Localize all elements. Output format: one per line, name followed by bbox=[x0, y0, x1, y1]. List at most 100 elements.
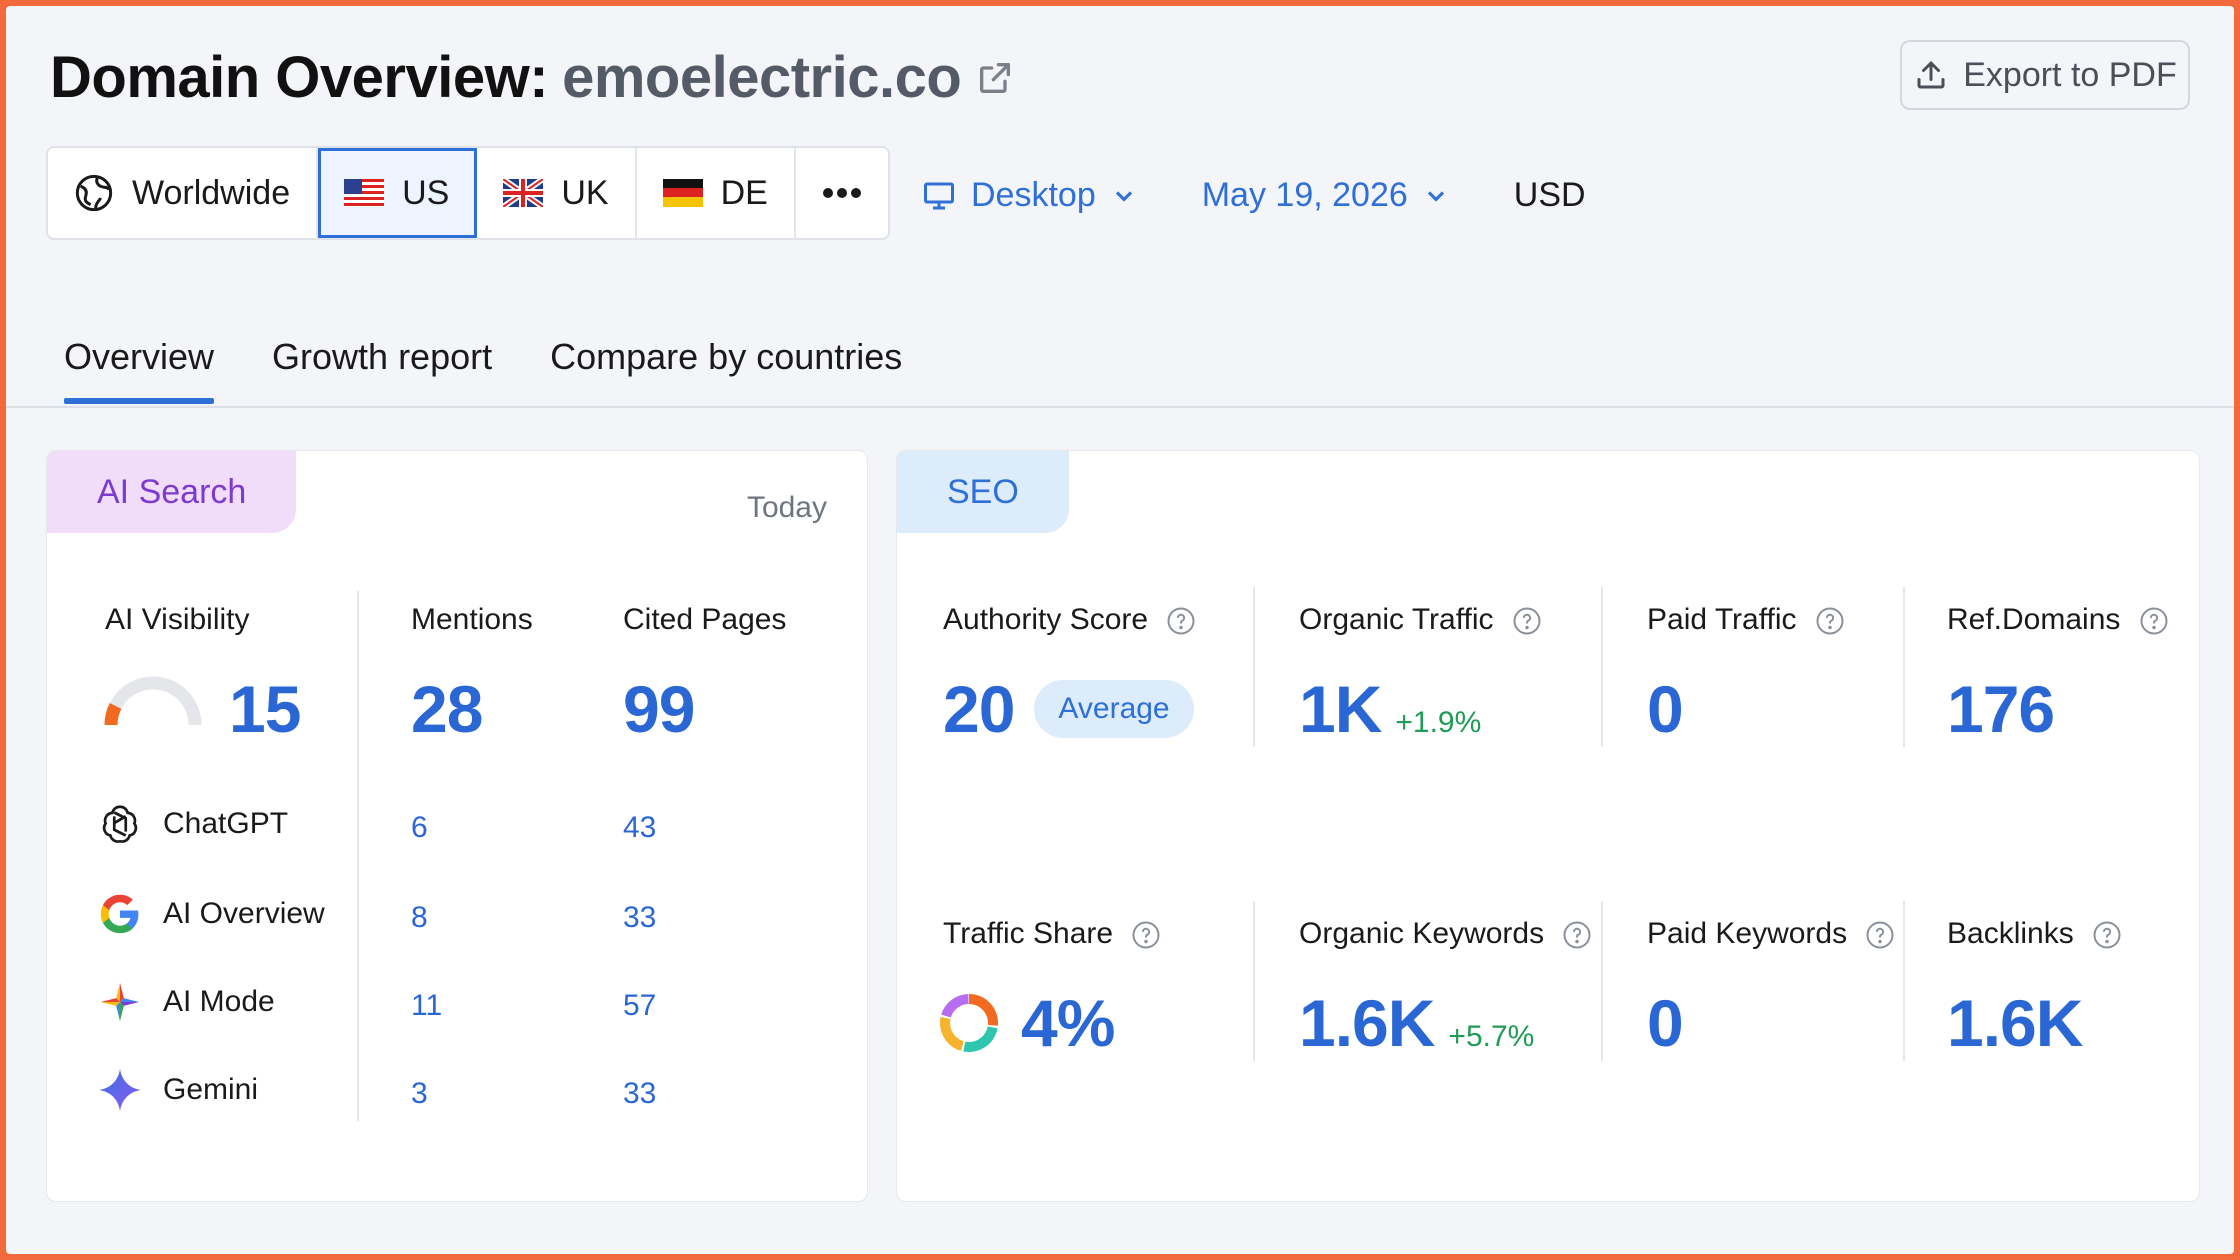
engine-mentions-ai-mode[interactable]: 11 bbox=[411, 989, 442, 1023]
page-frame: Domain Overview: emoelectric.co Export t… bbox=[6, 6, 2234, 1254]
engine-cited-chatgpt[interactable]: 43 bbox=[623, 811, 656, 845]
desktop-icon bbox=[924, 182, 954, 209]
traffic-share-block: 4% bbox=[937, 985, 1115, 1061]
currency-value: USD bbox=[1513, 176, 1586, 214]
engine-row-ai-mode: AI Mode bbox=[97, 979, 275, 1025]
column-divider bbox=[1601, 587, 1603, 747]
tab-growth-report[interactable]: Growth report bbox=[272, 336, 492, 404]
export-to-pdf-button[interactable]: Export to PDF bbox=[1900, 40, 2190, 110]
more-dots-icon bbox=[822, 188, 861, 198]
organic-traffic-label: Organic Traffic bbox=[1299, 603, 1542, 637]
chevron-down-icon bbox=[1427, 190, 1444, 202]
region-label: UK bbox=[561, 173, 609, 212]
organic-traffic-value[interactable]: 1K bbox=[1299, 671, 1382, 747]
column-divider bbox=[1601, 901, 1603, 1061]
title-prefix: Domain Overview: bbox=[50, 45, 549, 110]
organic-keywords-value[interactable]: 1.6K bbox=[1299, 985, 1435, 1061]
ref-domains-label: Ref.Domains bbox=[1947, 603, 2169, 637]
engine-name: Gemini bbox=[163, 1073, 259, 1106]
authority-score-value[interactable]: 20 bbox=[943, 671, 1015, 747]
paid-keywords-value[interactable]: 0 bbox=[1647, 985, 1684, 1061]
help-icon[interactable] bbox=[2092, 920, 2122, 950]
traffic-share-value[interactable]: 4% bbox=[1021, 985, 1115, 1061]
tabs-divider bbox=[6, 406, 2234, 408]
tab-bar: Overview Growth report Compare by countr… bbox=[64, 336, 902, 404]
gemini-icon bbox=[98, 1068, 142, 1112]
seo-card: SEO Authority Score 20 Average Organic T… bbox=[896, 450, 2200, 1202]
tab-overview[interactable]: Overview bbox=[64, 336, 215, 404]
metric-label: Paid Traffic bbox=[1647, 603, 1797, 636]
region-de[interactable]: DE bbox=[637, 148, 796, 238]
authority-score-block: 20 Average bbox=[943, 671, 1194, 747]
column-divider bbox=[1253, 901, 1255, 1061]
paid-traffic-label: Paid Traffic bbox=[1647, 603, 1845, 637]
traffic-share-donut-icon bbox=[940, 994, 998, 1052]
engine-row-gemini: Gemini bbox=[97, 1067, 258, 1113]
metric-label: Authority Score bbox=[943, 603, 1149, 636]
column-divider bbox=[357, 591, 359, 1121]
organic-traffic-delta: +1.9% bbox=[1395, 706, 1482, 739]
uk-flag-icon bbox=[503, 179, 544, 207]
seo-tag: SEO bbox=[897, 451, 1069, 533]
engine-mentions-gemini[interactable]: 3 bbox=[411, 1077, 428, 1111]
engine-name: ChatGPT bbox=[163, 807, 289, 840]
filter-controls: Desktop May 19, 2026 USD bbox=[921, 176, 1650, 215]
column-divider bbox=[1253, 587, 1255, 747]
tab-compare-by-countries[interactable]: Compare by countries bbox=[550, 336, 902, 404]
backlinks-value[interactable]: 1.6K bbox=[1947, 985, 2083, 1061]
engine-cited-gemini[interactable]: 33 bbox=[623, 1077, 656, 1111]
region-label: DE bbox=[720, 173, 768, 212]
date-label: May 19, 2026 bbox=[1201, 176, 1408, 214]
date-selector[interactable]: May 19, 2026 bbox=[1202, 176, 1450, 215]
region-uk[interactable]: UK bbox=[477, 148, 637, 238]
device-label: Desktop bbox=[971, 176, 1096, 214]
globe-icon bbox=[75, 174, 113, 212]
export-label: Export to PDF bbox=[1963, 55, 2177, 94]
ai-visibility-label: AI Visibility bbox=[105, 603, 250, 636]
engine-row-ai-overview: AI Overview bbox=[97, 891, 325, 937]
column-divider bbox=[1903, 901, 1905, 1061]
help-icon[interactable] bbox=[1131, 920, 1161, 950]
help-icon[interactable] bbox=[1166, 606, 1196, 636]
help-icon[interactable] bbox=[1562, 920, 1592, 950]
help-icon[interactable] bbox=[1865, 920, 1895, 950]
authority-score-label: Authority Score bbox=[943, 603, 1196, 637]
organic-keywords-label: Organic Keywords bbox=[1299, 917, 1592, 951]
region-worldwide[interactable]: Worldwide bbox=[48, 148, 319, 238]
paid-keywords-label: Paid Keywords bbox=[1647, 917, 1895, 951]
engine-mentions-chatgpt[interactable]: 6 bbox=[411, 811, 428, 845]
more-regions-button[interactable] bbox=[796, 148, 888, 238]
period-label: Today bbox=[746, 491, 827, 524]
metric-label: Traffic Share bbox=[943, 917, 1114, 950]
currency-label: USD bbox=[1514, 176, 1586, 215]
chevron-down-icon bbox=[1115, 190, 1132, 202]
region-label: US bbox=[402, 173, 450, 212]
region-selector: Worldwide US UK DE bbox=[46, 146, 890, 240]
external-link-icon[interactable] bbox=[975, 58, 1015, 98]
chatgpt-icon bbox=[102, 805, 138, 843]
engine-mentions-ai-overview[interactable]: 8 bbox=[411, 901, 428, 935]
cited-pages-total[interactable]: 99 bbox=[623, 671, 695, 747]
backlinks-label: Backlinks bbox=[1947, 917, 2122, 951]
column-divider bbox=[1903, 587, 1905, 747]
upload-icon bbox=[1917, 61, 1945, 89]
ai-visibility-value[interactable]: 15 bbox=[229, 671, 301, 747]
help-icon[interactable] bbox=[1512, 606, 1542, 636]
engine-row-chatgpt: ChatGPT bbox=[97, 801, 288, 847]
organic-keywords-block: 1.6K +5.7% bbox=[1299, 985, 1534, 1061]
mentions-label: Mentions bbox=[411, 603, 533, 636]
help-icon[interactable] bbox=[1815, 606, 1845, 636]
help-icon[interactable] bbox=[2139, 606, 2169, 636]
engine-name: AI Overview bbox=[163, 897, 325, 930]
organic-keywords-delta: +5.7% bbox=[1448, 1020, 1535, 1053]
ai-search-card: AI Search Today AI Visibility 15 Mention… bbox=[46, 450, 868, 1202]
ref-domains-value[interactable]: 176 bbox=[1947, 671, 2055, 747]
engine-cited-ai-mode[interactable]: 57 bbox=[623, 989, 656, 1023]
domain-name[interactable]: emoelectric.co bbox=[562, 44, 962, 111]
metric-label: Paid Keywords bbox=[1647, 917, 1848, 950]
device-selector[interactable]: Desktop bbox=[921, 176, 1138, 215]
mentions-total[interactable]: 28 bbox=[411, 671, 483, 747]
engine-cited-ai-overview[interactable]: 33 bbox=[623, 901, 656, 935]
region-us[interactable]: US bbox=[318, 148, 478, 238]
paid-traffic-value[interactable]: 0 bbox=[1647, 671, 1684, 747]
